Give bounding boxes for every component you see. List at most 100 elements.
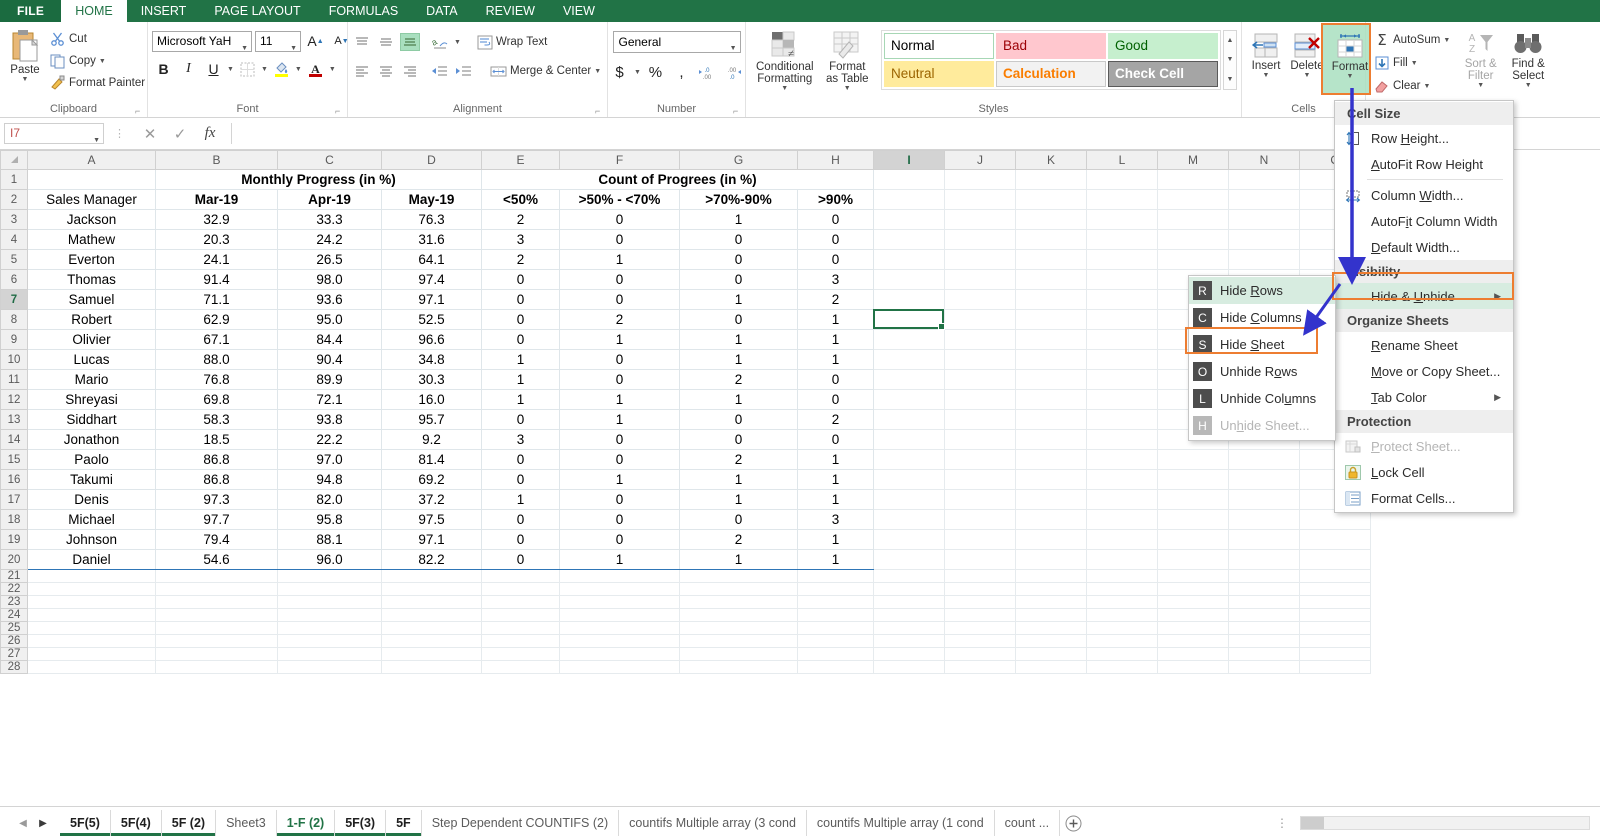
cell-count-1[interactable]: 3	[481, 429, 560, 450]
tab-home[interactable]: HOME	[61, 0, 127, 22]
cell-empty[interactable]	[277, 634, 382, 648]
cell-empty[interactable]	[797, 660, 874, 674]
cell-count-1[interactable]: 1	[481, 369, 560, 390]
style-good[interactable]: Good	[1108, 33, 1218, 59]
align-center-button[interactable]	[376, 62, 396, 80]
cell-name[interactable]: Olivier	[27, 329, 156, 350]
cell-empty[interactable]	[1299, 634, 1371, 648]
cell-empty[interactable]	[873, 289, 945, 310]
cell-name[interactable]: Paolo	[27, 449, 156, 470]
cell-empty[interactable]	[797, 569, 874, 583]
format-painter-button[interactable]: Format Painter	[46, 72, 149, 94]
cell-empty[interactable]	[1015, 660, 1087, 674]
cell-name[interactable]: Takumi	[27, 469, 156, 490]
cell-mar[interactable]: 58.3	[155, 409, 278, 430]
cell-count-3[interactable]: 0	[679, 249, 798, 270]
copy-caret-icon[interactable]: ▼	[99, 58, 106, 65]
cell-mar[interactable]: 71.1	[155, 289, 278, 310]
cell-empty[interactable]	[1015, 634, 1087, 648]
cell-empty[interactable]	[1228, 621, 1300, 635]
sheet-tab[interactable]: 5F	[386, 810, 422, 836]
cell-empty[interactable]	[944, 549, 1016, 570]
cell-empty[interactable]	[27, 634, 156, 648]
menu-item-format-cells[interactable]: Format Cells...	[1335, 485, 1513, 511]
cell-empty[interactable]	[873, 509, 945, 530]
row-header-10[interactable]: 10	[0, 349, 28, 370]
cell-empty[interactable]	[1157, 229, 1229, 250]
cell-count-1[interactable]: 0	[481, 309, 560, 330]
cell-empty[interactable]	[944, 582, 1016, 596]
clipboard-dialog-launcher[interactable]: ⌐	[135, 107, 144, 116]
cell-count-2[interactable]: 0	[559, 529, 680, 550]
cell-empty[interactable]	[1299, 595, 1371, 609]
cell-count-4[interactable]: 1	[797, 449, 874, 470]
cell-empty[interactable]	[1015, 369, 1087, 390]
cell-empty[interactable]	[559, 660, 680, 674]
cell-mar[interactable]: 32.9	[155, 209, 278, 230]
cell-may[interactable]: 37.2	[381, 489, 482, 510]
cell-empty[interactable]	[1228, 469, 1300, 490]
cell-empty[interactable]	[1015, 595, 1087, 609]
cell-empty[interactable]	[873, 621, 945, 635]
insert-caret-icon[interactable]: ▼	[1263, 72, 1270, 79]
tab-insert[interactable]: INSERT	[127, 0, 201, 22]
row-header-20[interactable]: 20	[0, 549, 28, 570]
merge-center-button[interactable]: Merge & Center ▼	[486, 60, 605, 82]
cell-empty[interactable]	[1228, 529, 1300, 550]
insert-cells-button[interactable]: Insert ▼	[1246, 31, 1286, 81]
underline-caret-icon[interactable]: ▼	[227, 66, 234, 73]
cell-empty[interactable]	[873, 229, 945, 250]
cell-empty[interactable]	[155, 621, 278, 635]
column-header-L[interactable]: L	[1086, 150, 1158, 170]
cell-empty[interactable]	[1015, 608, 1087, 622]
menu-item-hide-unhide[interactable]: Hide & Unhide ▶	[1335, 283, 1513, 309]
cell-count-2[interactable]: 0	[559, 289, 680, 310]
cell-empty[interactable]	[944, 229, 1016, 250]
cell-empty[interactable]	[1015, 249, 1087, 270]
tab-data[interactable]: DATA	[412, 0, 471, 22]
cell-count-2[interactable]: 0	[559, 429, 680, 450]
cell-empty[interactable]	[1015, 449, 1087, 470]
sheet-nav-next-icon[interactable]: ▶	[34, 814, 52, 832]
cell-header-6[interactable]: >70%-90%	[679, 189, 798, 210]
cell-empty[interactable]	[559, 569, 680, 583]
cell-empty[interactable]	[1299, 660, 1371, 674]
cell-empty[interactable]	[873, 647, 945, 661]
row-header-27[interactable]: 27	[0, 647, 28, 661]
cell-header-2[interactable]: Apr-19	[277, 189, 382, 210]
number-format-select[interactable]: General ▼	[612, 31, 741, 53]
cell-empty[interactable]	[1086, 634, 1158, 648]
tab-view[interactable]: VIEW	[549, 0, 609, 22]
cell-count-2[interactable]: 0	[559, 509, 680, 530]
cell-empty[interactable]	[559, 647, 680, 661]
cell-count-2[interactable]: 1	[559, 409, 680, 430]
row-header-2[interactable]: 2	[0, 189, 28, 210]
cell-empty[interactable]	[155, 660, 278, 674]
row-header-15[interactable]: 15	[0, 449, 28, 470]
cell-empty[interactable]	[1015, 349, 1087, 370]
cell-empty[interactable]	[1015, 409, 1087, 430]
cell-empty[interactable]	[27, 621, 156, 635]
cell-apr[interactable]: 94.8	[277, 469, 382, 490]
gallery-more-icon[interactable]: ▼	[1224, 70, 1236, 89]
cell-empty[interactable]	[559, 582, 680, 596]
cell-empty[interactable]	[155, 647, 278, 661]
cell-mar[interactable]: 18.5	[155, 429, 278, 450]
cell-count-3[interactable]: 1	[679, 349, 798, 370]
copy-button[interactable]: Copy ▼	[46, 50, 149, 72]
cell-header-7[interactable]: >90%	[797, 189, 874, 210]
cell-apr[interactable]: 90.4	[277, 349, 382, 370]
fill-color-caret-icon[interactable]: ▼	[295, 66, 302, 73]
cell-count-3[interactable]: 0	[679, 229, 798, 250]
style-neutral[interactable]: Neutral	[884, 61, 994, 87]
cell-empty[interactable]	[481, 621, 560, 635]
cell-name[interactable]: Samuel	[27, 289, 156, 310]
cell-empty[interactable]	[1086, 621, 1158, 635]
cell-empty[interactable]	[944, 289, 1016, 310]
cell-empty[interactable]	[1015, 549, 1087, 570]
cell-empty[interactable]	[873, 660, 945, 674]
cell-empty[interactable]	[873, 449, 945, 470]
cell-empty[interactable]	[944, 349, 1016, 370]
cell-empty[interactable]	[873, 549, 945, 570]
cell-count-3[interactable]: 1	[679, 489, 798, 510]
